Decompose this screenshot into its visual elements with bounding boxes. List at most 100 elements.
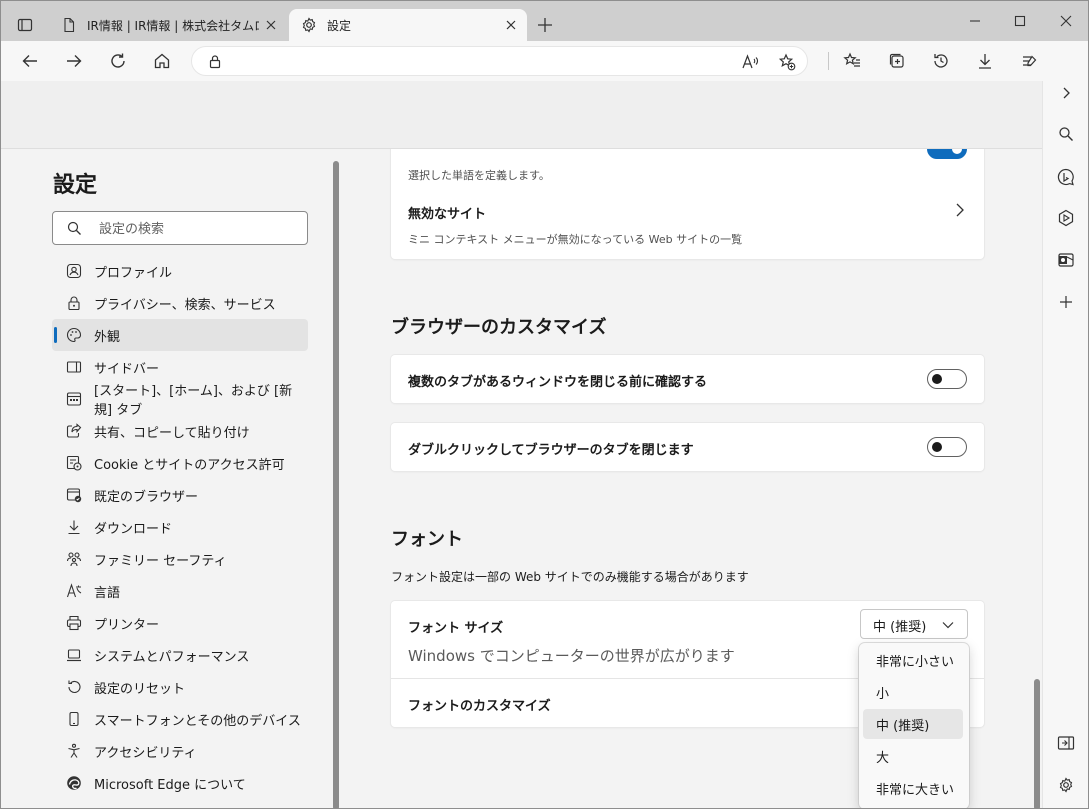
close-icon [506,20,516,30]
forward-button[interactable] [58,45,90,77]
chevron-right-icon [1063,87,1070,99]
nav-item-profile[interactable]: プロファイル [52,255,308,287]
sidebar-shopping-button[interactable] [1051,203,1081,233]
refresh-button[interactable] [102,45,134,77]
settings-search[interactable] [52,211,308,245]
tab-close-button[interactable] [499,13,523,37]
font-size-option[interactable]: 小 [863,677,963,707]
nav-item-label: プリンター [94,617,160,633]
tab-ir[interactable]: IR情報 | IR情報 | 株式会社タムロン [49,9,287,41]
font-size-select[interactable]: 中 (推奨) [860,609,968,639]
performance-button[interactable] [1013,45,1045,77]
bing-chat-icon [1057,168,1074,186]
sidebar-outlook-button[interactable] [1051,245,1081,275]
profile-icon [66,263,82,279]
home-button[interactable] [146,45,178,77]
confirm-close-card: 複数のタブがあるウィンドウを閉じる前に確認する [391,355,984,403]
home-icon [154,53,170,69]
font-size-option[interactable]: 非常に大きい [863,773,963,803]
nav-item-cookies[interactable]: Cookie とサイトのアクセス許可 [52,447,308,479]
family-icon [66,551,82,567]
dblclick-close-toggle[interactable] [927,437,967,457]
font-preview: Windows でコンピューターの世界が広がります [408,647,735,665]
sidebar-settings-button[interactable] [1051,770,1081,800]
sidebar-bing-button[interactable] [1051,162,1081,192]
tab-actions-icon [17,18,33,32]
nav-item-label: Cookie とサイトのアクセス許可 [94,457,285,473]
nav-item-start-home[interactable]: [スタート]、[ホーム]、および [新規] タブ [52,383,308,418]
chevron-right-icon[interactable] [954,203,966,217]
nav-item-share[interactable]: 共有、コピーして貼り付け [52,415,308,447]
tab-label: 設定 [327,18,352,33]
nav-item-privacy[interactable]: プライバシー、検索、サービス [52,287,308,319]
nav-item-label: [スタート]、[ホーム]、および [新規] タブ [94,384,293,418]
back-arrow-icon [22,55,37,67]
define-description: 選択した単語を定義します。 [408,169,550,182]
downloads-button[interactable] [969,45,1001,77]
palette-icon [66,327,82,343]
outlook-icon [1058,253,1074,267]
nav-item-label: Microsoft Edge について [94,777,246,793]
main-scrollbar[interactable] [1034,679,1040,808]
sidebar-expand-button[interactable] [1051,78,1081,108]
tab-settings[interactable]: 設定 [289,9,527,41]
confirm-close-toggle[interactable] [927,369,967,389]
nav-item-reset[interactable]: 設定のリセット [52,671,308,703]
define-toggle[interactable] [927,149,967,159]
font-customize-label[interactable]: フォントのカスタマイズ [408,695,551,714]
nav-item-label: プロファイル [94,265,173,281]
nav-item-family[interactable]: ファミリー セーフティ [52,543,308,575]
nav-item-phone[interactable]: スマートフォンとその他のデバイス [52,703,308,735]
new-tab-button[interactable] [533,13,557,37]
nav-item-label: システムとパフォーマンス [94,649,250,665]
window-close-button[interactable] [1054,9,1078,33]
nav-item-label: サイドバー [94,361,160,377]
font-note: フォント設定は一部の Web サイトでのみ機能する場合があります [391,570,749,584]
minimize-button[interactable] [963,9,987,33]
edge-icon [66,775,82,791]
nav-item-sidebar[interactable]: サイドバー [52,351,308,383]
sidebar-search-button[interactable] [1051,119,1081,149]
sidebar-hide-button[interactable] [1051,728,1081,758]
nav-item-label: アクセシビリティ [94,745,197,761]
tab-close-button[interactable] [259,13,283,37]
mini-menu-card: 選択した単語を定義します。 無効なサイト ミニ コンテキスト メニューが無効にな… [391,149,984,259]
collections-button[interactable] [881,45,913,77]
nav-item-accessibility[interactable]: アクセシビリティ [52,735,308,767]
favorites-button[interactable] [836,45,868,77]
nav-item-default-browser[interactable]: 既定のブラウザー [52,479,308,511]
sidebar-add-button[interactable] [1051,287,1081,317]
address-bar[interactable] [191,46,808,76]
default-browser-icon [66,487,82,503]
minimize-icon [970,20,980,22]
add-favorite-icon[interactable] [778,53,796,71]
nav-item-downloads[interactable]: ダウンロード [52,511,308,543]
font-size-option-selected[interactable]: 中 (推奨) [863,709,963,739]
tab-label: IR情報 | IR情報 | 株式会社タムロン [87,18,259,33]
font-size-option[interactable]: 大 [863,741,963,771]
disabled-sites-title[interactable]: 無効なサイト [408,203,486,222]
gear-icon [1059,777,1073,793]
nav-item-label: ダウンロード [94,521,173,537]
nav-item-appearance[interactable]: 外観 [52,319,308,351]
nav-item-language[interactable]: 言語 [52,575,308,607]
nav-item-label: 共有、コピーして貼り付け [94,425,250,441]
history-button[interactable] [925,45,957,77]
search-input[interactable] [99,219,299,239]
performance-icon [1023,55,1037,67]
maximize-button[interactable] [1008,9,1032,33]
disabled-sites-description: ミニ コンテキスト メニューが無効になっている Web サイトの一覧 [408,233,743,246]
font-size-option[interactable]: 非常に小さい [863,645,963,675]
sidebar-icon [66,359,82,375]
nav-scrollbar[interactable] [333,161,339,808]
lock-icon[interactable] [208,54,222,69]
nav-item-system[interactable]: システムとパフォーマンス [52,639,308,671]
language-icon [66,583,82,599]
read-aloud-icon[interactable] [741,53,759,71]
nav-item-label: 言語 [94,585,121,601]
nav-item-printers[interactable]: プリンター [52,607,308,639]
nav-item-about[interactable]: Microsoft Edge について [52,767,308,799]
nav-item-label: スマートフォンとその他のデバイス [94,713,301,729]
back-button[interactable] [14,45,46,77]
tab-actions-button[interactable] [13,13,37,37]
